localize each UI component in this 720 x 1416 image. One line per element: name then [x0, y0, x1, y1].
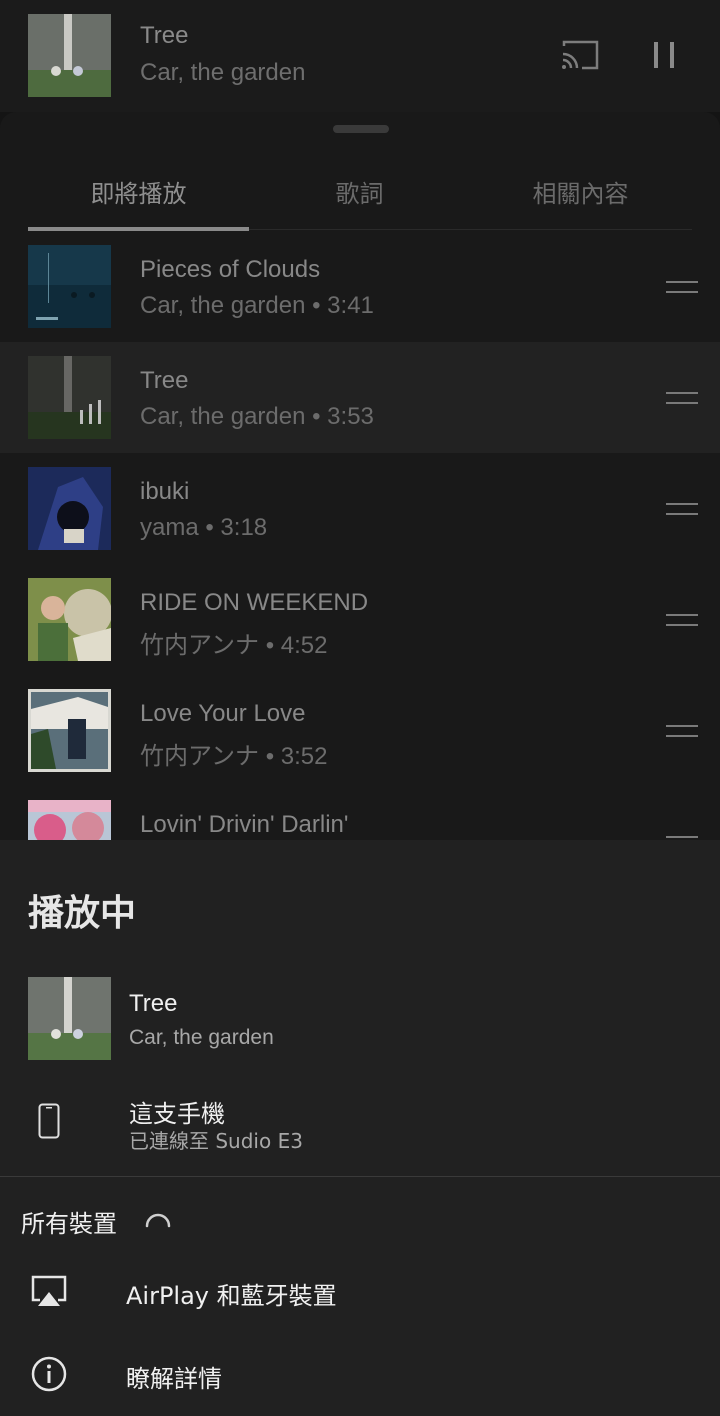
album-art-pieces-of-clouds [28, 245, 111, 328]
cast-icon[interactable] [560, 38, 600, 72]
queue-sheet: 即將播放 歌詞 相關內容 Pieces of Clouds Car, the g… [0, 112, 720, 840]
album-art-ibuki [28, 467, 111, 550]
device-status: 已連線至 Sudio E3 [129, 1129, 303, 1153]
airplay-icon[interactable] [30, 1274, 68, 1308]
panel-divider [0, 1176, 720, 1177]
tab-related[interactable]: 相關內容 [470, 174, 691, 209]
pause-icon[interactable] [650, 40, 678, 70]
now-playing-equalizer-icon [80, 400, 101, 424]
queue-item-title: Love Your Love [140, 700, 306, 727]
mini-player-artist: Car, the garden [140, 59, 306, 86]
now-playing-artist: Car, the garden [129, 1026, 274, 1049]
album-art-love-your-love [28, 689, 111, 772]
queue-item[interactable]: RIDE ON WEEKEND 竹内アンナ • 4:52 [0, 564, 720, 675]
phone-icon [38, 1103, 60, 1139]
drag-handle-icon[interactable] [666, 392, 698, 406]
queue-item-subtitle: yama • 3:18 [140, 514, 268, 541]
queue-item-title: Pieces of Clouds [140, 256, 321, 283]
queue-item-subtitle: Car, the garden • 3:53 [140, 403, 374, 430]
drag-handle-icon[interactable] [666, 503, 698, 517]
sheet-drag-handle[interactable] [333, 125, 389, 133]
device-name[interactable]: 這支手機 [129, 1094, 225, 1129]
drag-handle-icon[interactable] [666, 725, 698, 739]
album-art-tree [28, 977, 111, 1060]
panel-heading: 播放中 [28, 893, 137, 934]
queue-item-title: Tree [140, 367, 189, 394]
queue-item-title: Lovin' Drivin' Darlin' [140, 811, 349, 838]
airplay-bluetooth-option[interactable]: AirPlay 和藍牙裝置 [126, 1276, 337, 1311]
album-art-tree [28, 356, 111, 439]
queue-item-subtitle: 竹内アンナ • 4:52 [140, 632, 328, 659]
mini-player[interactable]: Tree Car, the garden [0, 0, 720, 112]
queue-item-subtitle: Car, the garden • 3:41 [140, 292, 374, 319]
tab-up-next[interactable]: 即將播放 [28, 174, 249, 209]
tab-lyrics[interactable]: 歌詞 [249, 174, 470, 209]
all-devices-label: 所有裝置 [21, 1210, 117, 1238]
queue-item-title: ibuki [140, 478, 190, 505]
mini-player-title: Tree [140, 22, 189, 49]
queue-item[interactable]: Pieces of Clouds Car, the garden • 3:41 [0, 231, 720, 342]
loading-spinner-icon [145, 1213, 171, 1228]
queue-item-title: RIDE ON WEEKEND [140, 589, 369, 616]
queue-item[interactable]: Love Your Love 竹内アンナ • 3:52 [0, 675, 720, 786]
album-art-ride-on-weekend [28, 578, 111, 661]
queue-item-current[interactable]: Tree Car, the garden • 3:53 [0, 342, 720, 453]
output-device-panel: 播放中 Tree Car, the garden 這支手機 已連線至 Sudio… [0, 840, 720, 1416]
album-art-lovin-drivin-darlin [28, 800, 111, 840]
info-icon[interactable] [31, 1356, 67, 1392]
drag-handle-icon[interactable] [666, 281, 698, 295]
tab-divider [249, 229, 692, 230]
album-art-tree [28, 14, 111, 97]
queue-item-subtitle: 竹内アンナ • 3:52 [140, 743, 328, 770]
drag-handle-icon[interactable] [666, 614, 698, 628]
queue-item[interactable]: Lovin' Drivin' Darlin' [0, 786, 720, 840]
queue-item[interactable]: ibuki yama • 3:18 [0, 453, 720, 564]
learn-more-option[interactable]: 瞭解詳情 [126, 1359, 222, 1394]
now-playing-title: Tree [129, 990, 178, 1017]
